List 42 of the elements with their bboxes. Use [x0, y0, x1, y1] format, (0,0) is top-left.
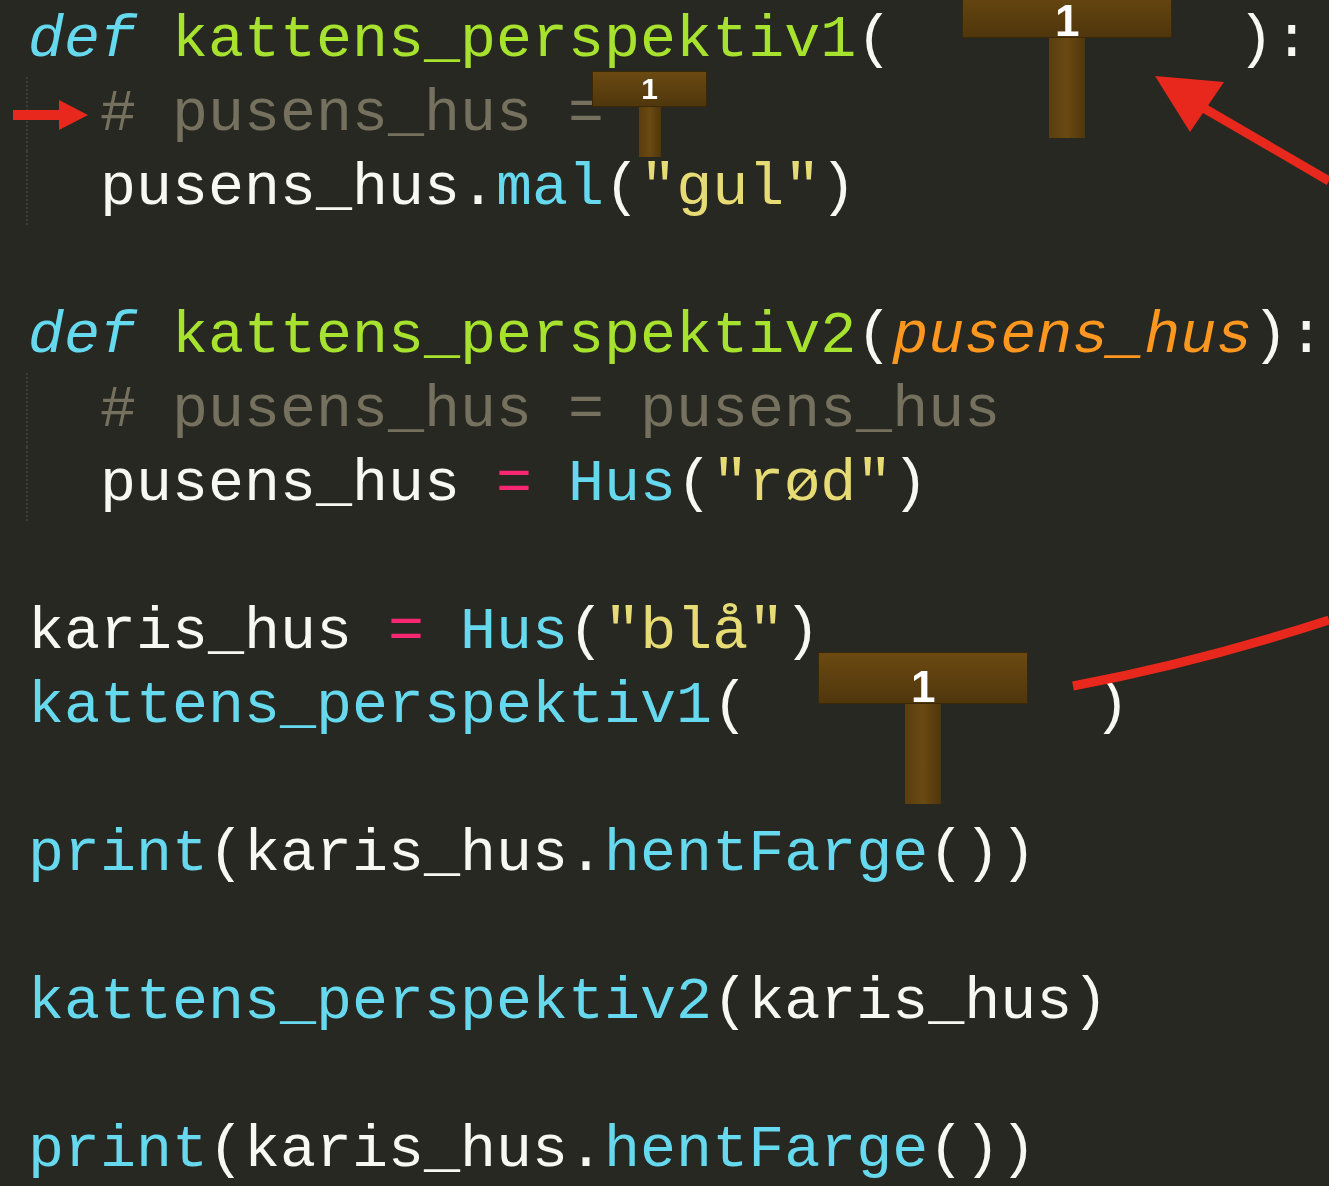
code-token: ()): [928, 819, 1037, 890]
code-token: ):: [1237, 5, 1310, 76]
code-token: hentFarge: [604, 1115, 929, 1186]
code-token: ): [892, 449, 929, 520]
code-token: kattens_perspektiv2: [171, 301, 857, 372]
code-token: karis_hus: [28, 597, 354, 668]
code-token: ()): [928, 1115, 1037, 1186]
code-token: (: [604, 153, 641, 224]
code-token: =: [496, 449, 533, 520]
number-tag: 1: [592, 71, 708, 107]
code-token: ): [784, 597, 821, 668]
code-token: (karis_hus.: [208, 819, 605, 890]
code-token: Hus: [567, 449, 677, 520]
code-token: "rød": [712, 449, 893, 520]
code-token: (: [568, 597, 605, 668]
code-token: pusens_hus: [100, 449, 462, 520]
code-token: "gul": [640, 153, 821, 224]
code-token: # pusens_hus = pusens_hus: [100, 375, 1001, 446]
marker-stem: [638, 107, 661, 157]
code-token: Hus: [459, 597, 569, 668]
code-token: "blå": [604, 597, 785, 668]
code-token: (: [712, 671, 749, 742]
code-token: def: [28, 301, 137, 372]
code-token: ): [820, 153, 857, 224]
code-token: (: [856, 5, 893, 76]
code-token: hentFarge: [604, 819, 929, 890]
number-tag: 1: [818, 652, 1029, 704]
code-token: (: [856, 301, 893, 372]
code-token: pusens_hus.: [100, 153, 497, 224]
code-token: print: [28, 819, 209, 890]
code-token: kattens_perspektiv1: [28, 671, 713, 742]
code-token: (karis_hus): [712, 967, 1109, 1038]
number-tag: 1: [962, 0, 1173, 38]
code-token: =: [388, 597, 425, 668]
code-token: mal: [496, 153, 605, 224]
code-token: ):: [1252, 301, 1325, 372]
code-token: pusens_hus: [892, 301, 1253, 372]
code-token: (karis_hus.: [208, 1115, 605, 1186]
code-token: (: [676, 449, 713, 520]
code-token: def: [28, 5, 137, 76]
code-token: print: [28, 1115, 209, 1186]
code-token: kattens_perspektiv2: [28, 967, 713, 1038]
